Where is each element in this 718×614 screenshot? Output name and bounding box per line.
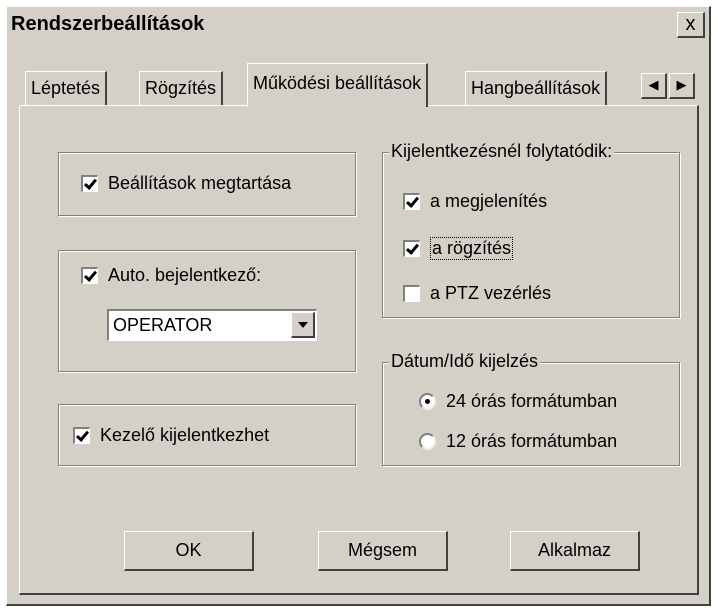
keep-settings-group: Beállítások megtartása xyxy=(58,152,356,216)
auto-login-checkbox[interactable] xyxy=(81,267,98,284)
format-12h-row[interactable]: 12 órás formátumban xyxy=(419,431,617,452)
keep-settings-checkbox-row[interactable]: Beállítások megtartása xyxy=(81,173,291,194)
continue-display-label: a megjelenítés xyxy=(430,191,548,211)
apply-button-label: Alkalmaz xyxy=(537,540,612,560)
logout-continues-group: Kijelentkezésnél folytatódik: a megjelen… xyxy=(382,141,680,318)
window-title: Rendszerbeállítások xyxy=(11,13,205,35)
continue-recording-checkbox[interactable] xyxy=(403,240,420,257)
logout-continues-title: Kijelentkezésnél folytatódik: xyxy=(389,141,615,162)
close-button[interactable]: x xyxy=(677,12,705,38)
settings-dialog: Rendszerbeállítások x Léptetés Rögzítés … xyxy=(6,6,711,606)
auto-login-user-value: OPERATOR xyxy=(113,315,213,335)
tab-hangbeallitasok[interactable]: Hangbeállítások xyxy=(465,71,608,105)
tab-panel: Beállítások megtartása Auto. bejelentkez… xyxy=(19,105,699,595)
format-12h-label: 12 órás formátumban xyxy=(446,431,618,451)
close-icon: x xyxy=(685,13,696,35)
tab-label: Léptetés xyxy=(31,78,101,98)
tab-label: Működési beállítások xyxy=(253,73,422,93)
ok-button[interactable]: OK xyxy=(124,531,254,571)
triangle-left-icon: ◀ xyxy=(648,77,659,92)
keep-settings-label: Beállítások megtartása xyxy=(108,173,292,193)
apply-button[interactable]: Alkalmaz xyxy=(510,531,640,571)
datetime-format-title: Dátum/Idő kijelzés xyxy=(389,351,541,372)
continue-ptz-checkbox[interactable] xyxy=(403,285,420,302)
title-bar: Rendszerbeállítások x xyxy=(7,7,709,45)
format-24h-row[interactable]: 24 órás formátumban xyxy=(419,391,617,412)
auto-login-label: Auto. bejelentkező: xyxy=(108,265,262,285)
operator-logout-checkbox[interactable] xyxy=(73,427,90,444)
ok-button-label: OK xyxy=(175,540,202,560)
continue-recording-row[interactable]: a rögzítés xyxy=(403,237,514,260)
cancel-button[interactable]: Mégsem xyxy=(318,531,448,571)
operator-logout-label: Kezelő kijelentkezhet xyxy=(100,425,270,445)
auto-login-user-select[interactable]: OPERATOR xyxy=(107,309,317,341)
datetime-format-group: Dátum/Idő kijelzés 24 órás formátumban 1… xyxy=(382,351,680,466)
operator-logout-checkbox-row[interactable]: Kezelő kijelentkezhet xyxy=(73,425,269,446)
auto-login-checkbox-row[interactable]: Auto. bejelentkező: xyxy=(81,265,261,286)
tab-label: Hangbeállítások xyxy=(471,78,601,98)
continue-display-checkbox[interactable] xyxy=(403,193,420,210)
tab-rogzites[interactable]: Rögzítés xyxy=(139,71,224,105)
tab-leptetes[interactable]: Léptetés xyxy=(25,71,108,105)
chevron-down-icon[interactable] xyxy=(291,312,315,338)
format-24h-label: 24 órás formátumban xyxy=(446,391,618,411)
tab-label: Rögzítés xyxy=(145,78,217,98)
continue-display-row[interactable]: a megjelenítés xyxy=(403,191,547,212)
auto-login-group: Auto. bejelentkező: OPERATOR xyxy=(58,250,356,372)
continue-ptz-label: a PTZ vezérlés xyxy=(430,283,552,303)
triangle-right-icon: ▶ xyxy=(676,77,687,92)
continue-ptz-row[interactable]: a PTZ vezérlés xyxy=(403,283,551,304)
format-12h-radio[interactable] xyxy=(419,433,436,450)
format-24h-radio[interactable] xyxy=(419,393,436,410)
tab-mukodesi-beallitasok[interactable]: Működési beállítások xyxy=(247,63,429,107)
keep-settings-checkbox[interactable] xyxy=(81,175,98,192)
tab-scroll-left-button[interactable]: ◀ xyxy=(641,73,667,99)
operator-logout-group: Kezelő kijelentkezhet xyxy=(58,404,356,466)
cancel-button-label: Mégsem xyxy=(347,540,418,560)
tab-scroll-right-button[interactable]: ▶ xyxy=(669,73,695,99)
continue-recording-label: a rögzítés xyxy=(430,237,514,260)
